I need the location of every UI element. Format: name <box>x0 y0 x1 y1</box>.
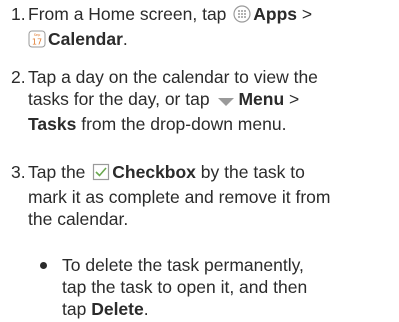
svg-text:17: 17 <box>32 38 42 47</box>
menu-label: Menu <box>238 89 285 109</box>
step-2-line-2: tasks for the day, or tap <box>28 89 210 109</box>
apps-icon <box>233 5 251 28</box>
step-3-line-1-end: by the task to <box>200 162 305 182</box>
bullet-line-2: tap the task to open it, and then <box>62 277 308 297</box>
step-3-prefix: Tap the <box>28 162 86 182</box>
step-2-line-3: from the drop-down menu. <box>81 114 287 134</box>
step-1-prefix: From a Home screen, tap <box>28 4 227 24</box>
step-1-end: . <box>122 29 128 49</box>
bullet-line-3: tap <box>62 299 87 319</box>
menu-separator: > <box>289 89 300 109</box>
calendar-label: Calendar <box>48 29 123 49</box>
apps-label: Apps <box>253 4 298 24</box>
bullet-end: . <box>143 299 149 319</box>
bullet-text: To delete the task permanently, tap the … <box>62 254 394 320</box>
calendar-icon: Sep 17 <box>28 30 46 53</box>
step-number: 1. <box>11 4 26 24</box>
step-3-line-3: the calendar. <box>28 209 129 229</box>
bullet-dot <box>40 262 47 269</box>
delete-label: Delete <box>91 299 144 319</box>
step-text: Tap the Checkbox by the task to mark it … <box>28 161 394 230</box>
bullet-line-1: To delete the task permanently, <box>62 255 304 275</box>
tasks-label: Tasks <box>28 114 77 134</box>
checkbox-icon <box>92 163 110 186</box>
svg-text:Sep: Sep <box>34 33 41 37</box>
step-text: From a Home screen, tap Apps > Sep 17 Ca… <box>28 3 394 53</box>
step-2-line-1: Tap a day on the calendar to view the <box>28 67 318 87</box>
step-number: 3. <box>11 162 26 182</box>
step-text: Tap a day on the calendar to view the ta… <box>28 66 394 135</box>
step-number: 2. <box>11 67 26 87</box>
checkbox-label: Checkbox <box>112 162 196 182</box>
step-3-line-2: mark it as complete and remove it from <box>28 187 331 207</box>
menu-separator: > <box>301 4 313 24</box>
menu-dropdown-icon <box>216 91 236 113</box>
